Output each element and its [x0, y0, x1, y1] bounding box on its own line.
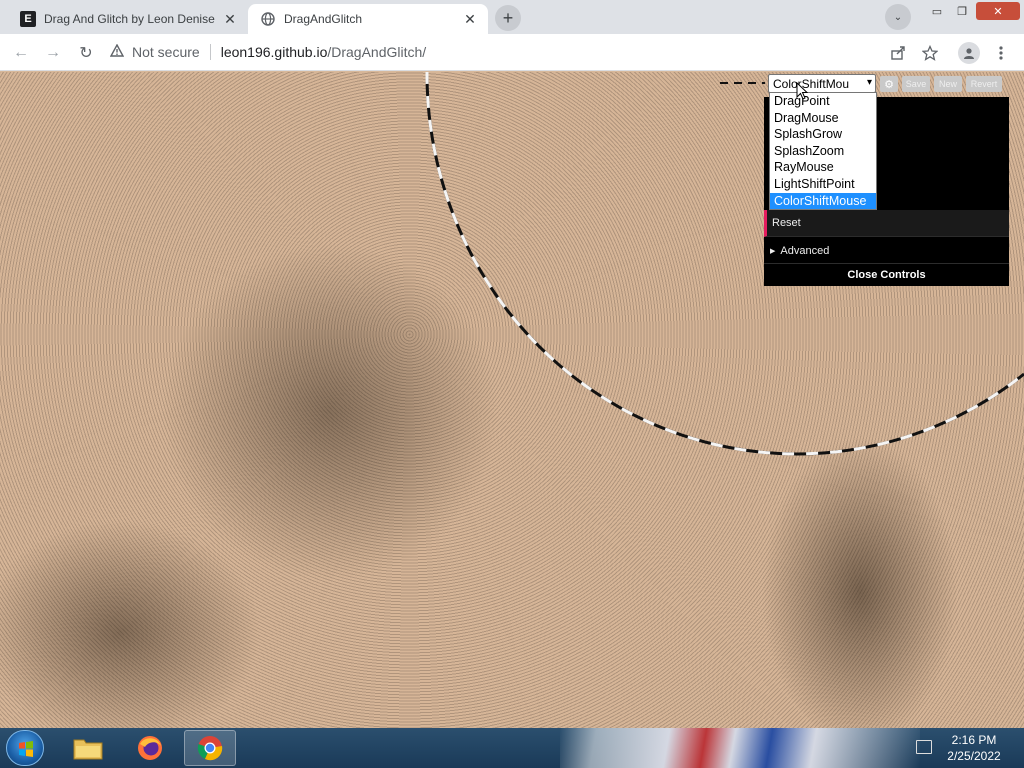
windows-logo-icon	[19, 741, 33, 757]
option-splashgrow[interactable]: SplashGrow	[770, 126, 876, 143]
tab-search-chevron-icon[interactable]: ⌄	[885, 4, 911, 30]
close-window-icon[interactable]: ✕	[976, 2, 1020, 20]
tab-title: DragAndGlitch	[284, 12, 363, 26]
maximize-window-icon[interactable]: ❐	[950, 2, 974, 20]
url-host: leon196.github.io	[220, 44, 328, 60]
chevron-down-icon: ▾	[866, 77, 872, 88]
minimize-window-icon[interactable]: ▭	[925, 2, 949, 20]
revert-button[interactable]: Revert	[966, 76, 1002, 92]
globe-icon	[260, 11, 276, 27]
option-raymouse[interactable]: RayMouse	[770, 159, 876, 176]
mouse-cursor-icon	[796, 82, 808, 100]
mode-select[interactable]: ColorShiftMou ▾	[768, 74, 876, 93]
advanced-folder[interactable]: ▶ Advanced	[764, 238, 1009, 264]
close-controls-button[interactable]: Close Controls	[764, 264, 1009, 286]
option-lightshiftpoint[interactable]: LightShiftPoint	[770, 176, 876, 193]
clock-time: 2:16 PM	[951, 733, 997, 747]
tab-close-icon[interactable]: ✕	[460, 9, 480, 29]
profile-avatar-icon[interactable]	[958, 42, 980, 64]
file-explorer-icon[interactable]	[62, 730, 114, 766]
new-button[interactable]: New	[934, 76, 962, 92]
share-icon[interactable]	[887, 42, 909, 64]
new-tab-button[interactable]: +	[495, 5, 521, 31]
system-clock[interactable]: 2:16 PM 2/25/2022	[940, 732, 1008, 764]
browser-toolbar: ← → ↻ Not secure leon196.github.io/DragA…	[0, 34, 1024, 71]
save-button[interactable]: Save	[902, 76, 930, 92]
tab-dragandglitch[interactable]: DragAndGlitch ✕	[248, 4, 488, 34]
option-colorshiftmouse[interactable]: ColorShiftMouse	[770, 192, 876, 210]
mode-select-value: ColorShiftMou	[773, 76, 850, 91]
reload-icon[interactable]: ↻	[75, 42, 97, 64]
tab-title: Drag And Glitch by Leon Denise	[44, 12, 215, 26]
taskbar-wallpaper	[560, 728, 920, 768]
address-bar[interactable]: Not secure leon196.github.io/DragAndGlit…	[108, 38, 948, 66]
option-dragmouse[interactable]: DragMouse	[770, 110, 876, 127]
windows-taskbar: 2:16 PM 2/25/2022	[0, 728, 1024, 768]
back-arrow-icon[interactable]: ←	[10, 42, 32, 64]
forward-arrow-icon[interactable]: →	[42, 42, 64, 64]
network-icon[interactable]	[916, 740, 932, 754]
mode-dropdown-list: DragPoint DragMouse SplashGrow SplashZoo…	[769, 92, 877, 210]
option-dragpoint[interactable]: DragPoint	[770, 93, 876, 110]
tab-strip: E Drag And Glitch by Leon Denise ✕ DragA…	[0, 0, 1024, 34]
not-secure-label[interactable]: Not secure	[132, 44, 200, 60]
option-splashzoom[interactable]: SplashZoom	[770, 143, 876, 160]
e-logo-icon: E	[20, 11, 36, 27]
warning-icon[interactable]	[108, 43, 126, 60]
advanced-label: Advanced	[780, 244, 830, 257]
chrome-icon[interactable]	[184, 730, 236, 766]
url-path: /DragAndGlitch/	[327, 44, 427, 60]
bookmark-star-icon[interactable]	[919, 42, 941, 64]
clock-date: 2/25/2022	[947, 749, 1001, 763]
gear-icon[interactable]: ⚙	[880, 76, 898, 92]
tab-drag-and-glitch-by-leon[interactable]: E Drag And Glitch by Leon Denise ✕	[8, 4, 248, 34]
tab-close-icon[interactable]: ✕	[220, 9, 240, 29]
firefox-icon[interactable]	[124, 730, 176, 766]
start-button[interactable]	[6, 730, 44, 766]
reset-button[interactable]: Reset	[764, 210, 1009, 237]
kebab-menu-icon[interactable]	[990, 42, 1012, 64]
triangle-right-icon: ▶	[770, 247, 776, 255]
url-separator	[209, 44, 211, 60]
